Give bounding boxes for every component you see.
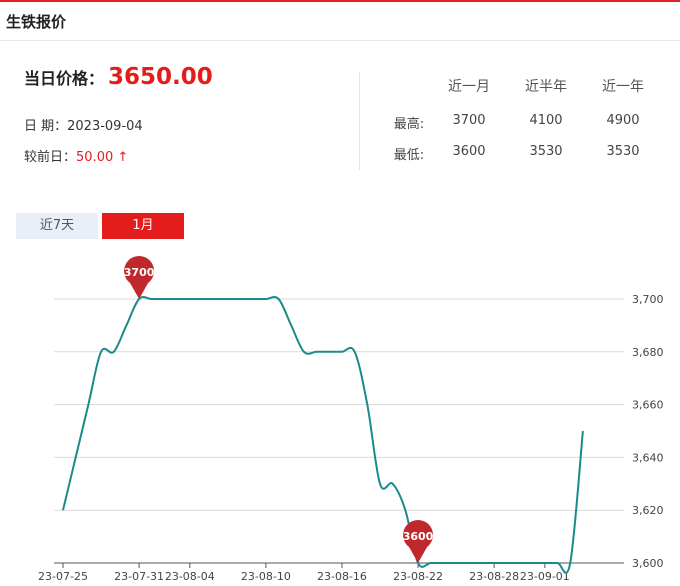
stats-table: 近一月 近半年 近一年 最高: 3700 4100 4900 最低: 3600 … <box>390 76 670 169</box>
current-price: 当日价格： 3650.00 <box>24 64 213 90</box>
y-tick-label: 3,700 <box>632 293 664 306</box>
change-line: 较前日：50.00 ↑ <box>24 146 128 165</box>
y-tick-label: 3,660 <box>632 399 664 412</box>
arrow-up-icon: ↑ <box>117 150 129 165</box>
stats-cell: 4900 <box>606 113 640 128</box>
x-tick-label: 23-08-22 <box>393 570 443 583</box>
change-label: 较前日： <box>24 150 77 165</box>
y-tick-label: 3,680 <box>632 346 664 359</box>
date-label: 日 期： <box>24 119 68 134</box>
page-title: 生铁报价 <box>6 13 67 31</box>
x-tick-label: 23-09-01 <box>520 570 570 583</box>
x-tick-label: 23-08-28 <box>469 570 519 583</box>
change-value: 50.00 <box>76 150 114 165</box>
date-value: 2023-09-04 <box>67 119 143 134</box>
tab-7-days[interactable]: 近7天 <box>16 213 98 239</box>
x-tick-label: 23-08-04 <box>165 570 215 583</box>
stats-header-row: 近一月 近半年 近一年 <box>390 76 670 107</box>
x-tick-label: 23-08-16 <box>317 570 367 583</box>
stats-header: 近半年 <box>525 79 567 95</box>
stats-cell: 3700 <box>452 113 486 128</box>
x-tick-label: 23-07-31 <box>114 570 164 583</box>
price-line-chart: 3,600 3,620 3,640 3,660 3,680 3,700 23-07-25 23… <box>38 256 664 583</box>
stats-row-high: 最高: 3700 4100 4900 <box>390 113 670 144</box>
date-line: 日 期：2023-09-04 <box>24 115 143 134</box>
price-series-line <box>62 296 584 574</box>
stats-header: 近一年 <box>602 79 644 95</box>
x-tick-label: 23-07-25 <box>38 570 88 583</box>
stats-cell: 3600 <box>452 144 486 159</box>
stats-cell: 3530 <box>529 144 563 159</box>
y-tick-label: 3,600 <box>632 557 664 570</box>
tab-1-month[interactable]: 1月 <box>102 213 184 239</box>
price-label: 当日价格： <box>24 69 105 88</box>
section-header: 生铁报价 <box>0 2 680 41</box>
x-tick-label: 23-08-10 <box>241 570 291 583</box>
stats-cell: 4100 <box>529 113 563 128</box>
stats-header: 近一月 <box>448 79 490 95</box>
marker-label: 3600 <box>403 530 434 543</box>
divider <box>359 72 360 170</box>
stats-row-low: 最低: 3600 3530 3530 <box>390 144 670 175</box>
y-tick-label: 3,640 <box>632 451 664 464</box>
price-value: 3650.00 <box>108 64 213 90</box>
stats-cell: 3530 <box>606 144 640 159</box>
y-tick-label: 3,620 <box>632 504 664 517</box>
marker-label: 3700 <box>124 266 155 279</box>
